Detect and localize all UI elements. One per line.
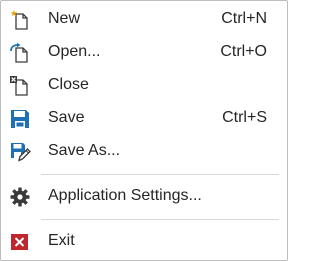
exit-icon [9,231,31,253]
menu-item-application-settings[interactable]: Application Settings... [2,181,286,212]
menu-item-close[interactable]: Close [2,70,286,101]
menu-item-label: Application Settings... [48,187,202,204]
menu-item-label: New [48,10,81,27]
menu-item-label: Close [48,76,89,93]
menu-item-new[interactable]: New Ctrl+N [2,4,286,35]
save-icon [9,108,31,130]
menu-separator [41,219,279,220]
menu-item-exit[interactable]: Exit [2,226,286,257]
save-as-icon [9,141,31,163]
menu-item-save[interactable]: Save Ctrl+S [2,103,286,134]
menu-item-open[interactable]: Open... Ctrl+O [2,37,286,68]
menu-item-label: Exit [48,232,75,249]
close-file-icon [9,75,31,97]
menu-item-shortcut: Ctrl+S [222,109,267,126]
menu-item-save-as[interactable]: Save As... [2,136,286,167]
menu-separator [41,174,279,175]
menu-item-label: Save [48,109,85,126]
menu-item-shortcut: Ctrl+O [220,43,267,60]
open-file-icon [9,42,31,64]
gear-icon [9,186,31,208]
menu-item-label: Save As... [48,142,121,159]
file-menu: New Ctrl+N Open... Ctrl+O Close Save Ctr… [0,0,288,261]
menu-item-shortcut: Ctrl+N [221,10,267,27]
menu-item-label: Open... [48,43,101,60]
new-file-icon [9,9,31,31]
